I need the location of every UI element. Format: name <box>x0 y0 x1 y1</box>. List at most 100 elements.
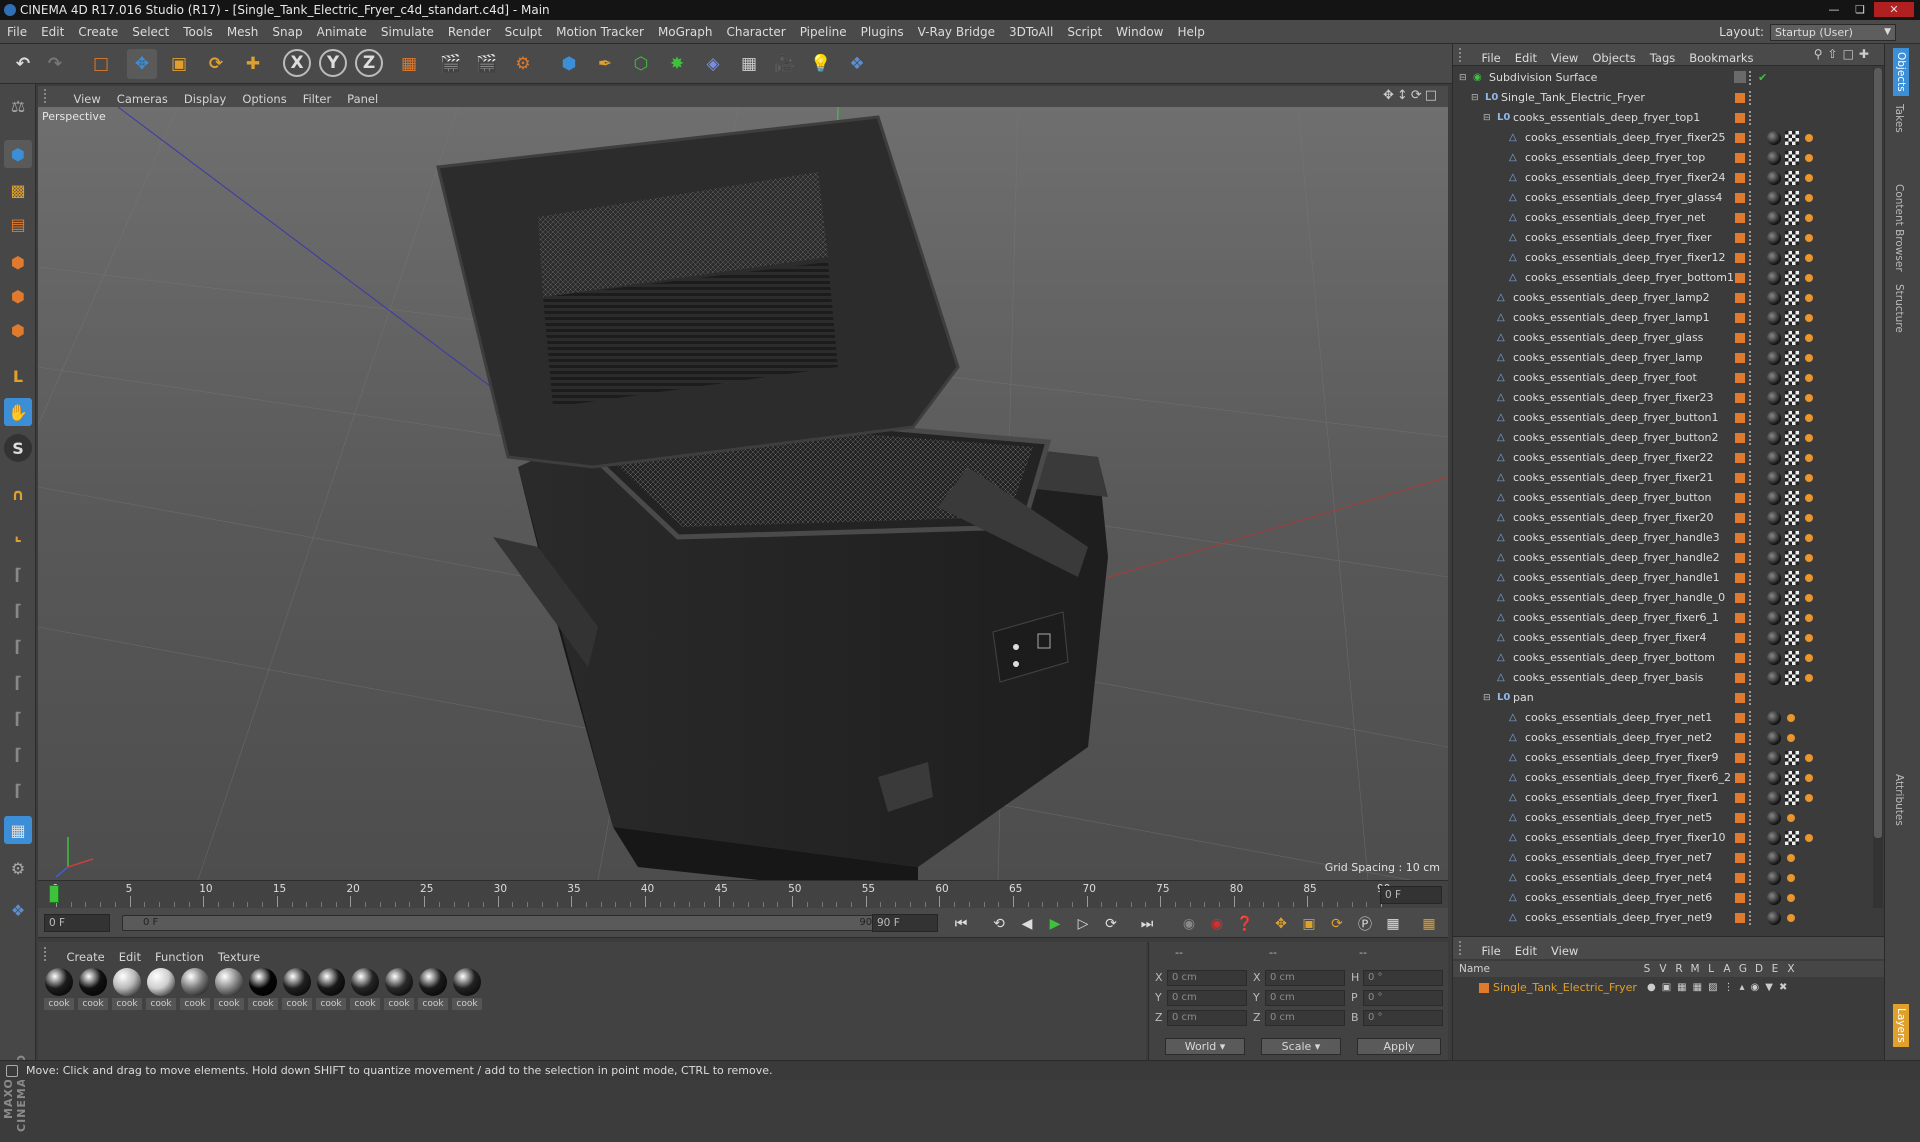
material-tag-icon[interactable] <box>1767 171 1781 185</box>
previous-frame-icon[interactable]: ◀ <box>1016 913 1038 935</box>
material-tag-icon[interactable] <box>1767 271 1781 285</box>
next-frame-icon[interactable]: ▷ <box>1072 913 1094 935</box>
uvw-tag-icon[interactable] <box>1785 591 1799 605</box>
layer-color-swatch[interactable] <box>1735 393 1745 403</box>
brush-4-icon[interactable]: ⌈ <box>4 668 32 696</box>
material-swatch[interactable]: cook <box>44 968 74 1010</box>
scale-tool-icon[interactable]: ▣ <box>164 49 194 79</box>
brush-1-icon[interactable]: ⌈ <box>4 560 32 588</box>
texture-mode-icon[interactable]: ▩ <box>4 176 32 204</box>
material-tag-icon[interactable] <box>1767 131 1781 145</box>
menu-animate[interactable]: Animate <box>310 20 374 44</box>
layer-color-swatch[interactable] <box>1735 513 1745 523</box>
3d-viewport[interactable]: Perspective Grid Spacing : 10 cm <box>38 107 1448 880</box>
magnet-icon[interactable]: ∩ <box>4 480 32 508</box>
right-tab-structure[interactable]: Structure <box>1893 284 1905 333</box>
visibility-dots-icon[interactable] <box>1749 311 1753 325</box>
material-tag-icon[interactable] <box>1767 211 1781 225</box>
material-tag-icon[interactable] <box>1767 471 1781 485</box>
menu-plugins[interactable]: Plugins <box>854 20 911 44</box>
phong-tag-icon[interactable] <box>1805 274 1813 282</box>
material-tag-icon[interactable] <box>1767 391 1781 405</box>
close-icon[interactable]: ✕ <box>1874 2 1914 17</box>
menu-v-ray-bridge[interactable]: V-Ray Bridge <box>911 20 1002 44</box>
right-tab-attributes[interactable]: Attributes <box>1893 774 1905 826</box>
material-tag-icon[interactable] <box>1767 531 1781 545</box>
start-frame-field[interactable]: 0 F <box>44 914 110 932</box>
layer-color-swatch[interactable] <box>1735 793 1745 803</box>
previous-key-icon[interactable]: ⟲ <box>988 913 1010 935</box>
uvw-tag-icon[interactable] <box>1785 551 1799 565</box>
object-row[interactable]: △ cooks_essentials_deep_fryer_glass4 <box>1453 188 1869 208</box>
coordinate-system-icon[interactable]: ▦ <box>394 49 424 79</box>
enabled-check-icon[interactable]: ✔ <box>1758 68 1767 88</box>
layer-color-swatch[interactable] <box>1479 983 1489 993</box>
visibility-dots-icon[interactable] <box>1749 131 1753 145</box>
object-row[interactable]: △ cooks_essentials_deep_fryer_foot <box>1453 368 1869 388</box>
phong-tag-icon[interactable] <box>1805 494 1813 502</box>
uvw-tag-icon[interactable] <box>1785 311 1799 325</box>
phong-tag-icon[interactable] <box>1787 894 1795 902</box>
material-swatch[interactable]: cook <box>112 968 142 1010</box>
material-tag-icon[interactable] <box>1767 791 1781 805</box>
end-frame-field[interactable]: 90 F <box>872 914 938 932</box>
material-tag-icon[interactable] <box>1767 651 1781 665</box>
light-icon[interactable]: 💡 <box>806 49 836 79</box>
layer-color-swatch[interactable] <box>1735 233 1745 243</box>
material-swatch[interactable]: cook <box>384 968 414 1010</box>
grid-toggle-icon[interactable]: ▦ <box>4 816 32 844</box>
size-field[interactable]: 0 cm <box>1265 970 1345 986</box>
layer-color-swatch[interactable] <box>1735 253 1745 263</box>
layer-color-swatch[interactable] <box>1735 733 1745 743</box>
subdivision-surface-icon[interactable]: ⬡ <box>626 49 656 79</box>
uvw-tag-icon[interactable] <box>1785 151 1799 165</box>
menu-create[interactable]: Create <box>71 20 125 44</box>
layer-color-swatch[interactable] <box>1735 853 1745 863</box>
layer-color-swatch[interactable] <box>1735 433 1745 443</box>
uvw-tag-icon[interactable] <box>1785 771 1799 785</box>
material-tag-icon[interactable] <box>1767 631 1781 645</box>
deformer-icon[interactable]: ◈ <box>698 49 728 79</box>
phong-tag-icon[interactable] <box>1805 334 1813 342</box>
object-row[interactable]: △ cooks_essentials_deep_fryer_top <box>1453 148 1869 168</box>
uvw-tag-icon[interactable] <box>1785 631 1799 645</box>
visibility-dots-icon[interactable] <box>1749 631 1753 645</box>
object-menu-objects[interactable]: Objects <box>1585 47 1642 69</box>
material-tag-icon[interactable] <box>1767 751 1781 765</box>
go-to-start-icon[interactable]: ⏮ <box>950 913 972 935</box>
next-key-icon[interactable]: ⟳ <box>1100 913 1122 935</box>
object-row[interactable]: △ cooks_essentials_deep_fryer_handle3 <box>1453 528 1869 548</box>
brush-7-icon[interactable]: ⌈ <box>4 776 32 804</box>
right-tab-takes[interactable]: Takes <box>1893 104 1905 133</box>
position-field[interactable]: 0 cm <box>1167 1010 1247 1026</box>
move-tool-icon[interactable]: ✥ <box>127 49 157 79</box>
uvw-tag-icon[interactable] <box>1785 231 1799 245</box>
material-tag-icon[interactable] <box>1767 671 1781 685</box>
material-tag-icon[interactable] <box>1767 731 1781 745</box>
restore-icon[interactable]: ❏ <box>1848 2 1872 17</box>
object-row[interactable]: △ cooks_essentials_deep_fryer_fixer10 <box>1453 828 1869 848</box>
phong-tag-icon[interactable] <box>1805 154 1813 162</box>
menu-tools[interactable]: Tools <box>176 20 220 44</box>
position-field[interactable]: 0 cm <box>1167 990 1247 1006</box>
material-menu-edit[interactable]: Edit <box>112 947 148 967</box>
position-field[interactable]: 0 cm <box>1167 970 1247 986</box>
object-menu-view[interactable]: View <box>1544 47 1585 69</box>
uvw-tag-icon[interactable] <box>1785 191 1799 205</box>
visibility-dots-icon[interactable] <box>1749 451 1753 465</box>
material-tag-icon[interactable] <box>1767 251 1781 265</box>
layer-color-swatch[interactable] <box>1735 913 1745 923</box>
object-row[interactable]: △ cooks_essentials_deep_fryer_net <box>1453 208 1869 228</box>
visibility-dots-icon[interactable] <box>1749 211 1753 225</box>
object-row[interactable]: △ cooks_essentials_deep_fryer_fixer <box>1453 228 1869 248</box>
visibility-dots-icon[interactable] <box>1749 251 1753 265</box>
minimize-icon[interactable]: — <box>1822 2 1846 17</box>
visibility-dots-icon[interactable] <box>1749 891 1753 905</box>
material-tag-icon[interactable] <box>1767 371 1781 385</box>
menu-mesh[interactable]: Mesh <box>220 20 266 44</box>
size-field[interactable]: 0 cm <box>1265 990 1345 1006</box>
uvw-tag-icon[interactable] <box>1785 271 1799 285</box>
visibility-dots-icon[interactable] <box>1749 71 1753 85</box>
tree-expand-icon[interactable]: ⊟ <box>1483 688 1491 708</box>
python-script-icon[interactable]: ❖ <box>4 896 32 924</box>
